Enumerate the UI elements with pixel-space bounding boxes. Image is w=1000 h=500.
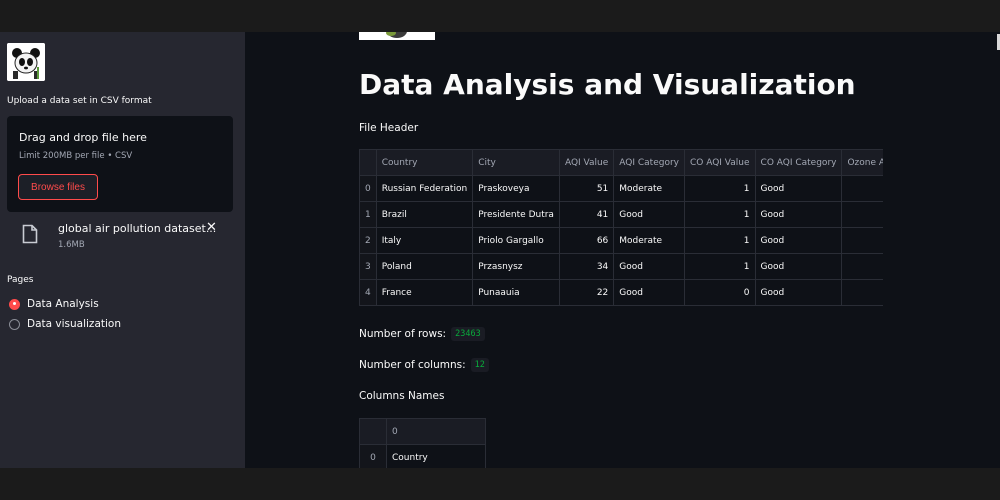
column-header[interactable]: CO AQI Category: [754, 149, 843, 176]
file-header-label: File Header: [359, 122, 419, 134]
radio-checked-icon[interactable]: [9, 298, 20, 310]
table-cell: Russian Federation: [375, 175, 474, 202]
table-cell: Przasnysz: [472, 253, 560, 280]
uploaded-file: global air pollution dataset... 1.6MB ✕: [22, 220, 232, 256]
header-image: [359, 32, 435, 40]
table-cell: 1: [683, 253, 756, 280]
rows-count: Number of rows: 23463: [359, 327, 485, 341]
table-cell: Moderate: [613, 175, 685, 202]
radio-label: Data visualization: [27, 318, 121, 330]
table-cell: 34: [558, 253, 615, 280]
radio-data-analysis[interactable]: Data Analysis: [9, 296, 99, 312]
table-cell: 22: [558, 279, 615, 306]
table-cell: [841, 253, 883, 280]
browse-files-button[interactable]: Browse files: [18, 174, 98, 200]
bottom-bar: [0, 468, 1000, 500]
pages-label: Pages: [7, 275, 34, 285]
table-cell: Italy: [375, 227, 474, 254]
column-header[interactable]: CO AQI Value: [683, 149, 756, 176]
column-header[interactable]: City: [472, 149, 560, 176]
table-cell: Good: [754, 175, 843, 202]
table-cell: Presidente Dutra: [472, 201, 560, 228]
column-names-dataframe[interactable]: 0 0 Country: [359, 418, 486, 468]
table-cell: Poland: [375, 253, 474, 280]
rows-count-value: 23463: [451, 327, 485, 341]
data-table: Country City AQI Value AQI Category CO A…: [359, 149, 883, 306]
row-index: 3: [359, 253, 377, 280]
table-cell: 1: [683, 227, 756, 254]
table-row: 0 Country: [359, 444, 486, 468]
columns-count-value: 12: [470, 358, 489, 372]
radio-data-visualization[interactable]: Data visualization: [9, 316, 121, 332]
table-row: 3 Poland Przasnysz 34 Good 1 Good: [359, 253, 883, 280]
table-cell: 1: [683, 175, 756, 202]
table-cell: Good: [613, 201, 685, 228]
table-cell: [841, 279, 883, 306]
table-cell: Good: [754, 253, 843, 280]
page-title: Data Analysis and Visualization: [359, 68, 856, 101]
column-header[interactable]: [359, 418, 387, 445]
radio-unchecked-icon[interactable]: [9, 318, 20, 330]
row-index: 0: [359, 444, 387, 468]
table-cell: Good: [613, 279, 685, 306]
table-header-row: Country City AQI Value AQI Category CO A…: [359, 149, 883, 176]
table-cell: 41: [558, 201, 615, 228]
table-cell: France: [375, 279, 474, 306]
table-cell: [841, 201, 883, 228]
table-cell: [841, 175, 883, 202]
radio-label: Data Analysis: [27, 298, 99, 310]
table-cell: Brazil: [375, 201, 474, 228]
close-icon[interactable]: ✕: [206, 220, 217, 235]
column-header[interactable]: [359, 149, 377, 176]
column-names-label: Columns Names: [359, 390, 445, 402]
column-header[interactable]: AQI Value: [558, 149, 615, 176]
table-cell: Good: [613, 253, 685, 280]
table-row: 2 Italy Priolo Gargallo 66 Moderate 1 Go…: [359, 227, 883, 254]
file-size: 1.6MB: [58, 240, 85, 250]
table-cell: 0: [683, 279, 756, 306]
column-header[interactable]: Country: [375, 149, 474, 176]
table-cell: 66: [558, 227, 615, 254]
main-content: Data Analysis and Visualization File Hea…: [245, 32, 1000, 468]
table-header-row: 0: [359, 418, 486, 445]
table-cell: Good: [754, 279, 843, 306]
table-cell: Priolo Gargallo: [472, 227, 560, 254]
upload-label: Upload a data set in CSV format: [7, 96, 152, 106]
column-header[interactable]: Ozone A: [841, 149, 883, 176]
table-cell: [841, 227, 883, 254]
column-header[interactable]: 0: [386, 418, 486, 445]
file-icon: [22, 224, 38, 244]
table-cell: Country: [386, 444, 486, 468]
rows-count-label: Number of rows:: [359, 328, 447, 340]
row-index: 4: [359, 279, 377, 306]
table-row: 0 Russian Federation Praskoveya 51 Moder…: [359, 175, 883, 202]
dataframe[interactable]: Country City AQI Value AQI Category CO A…: [359, 149, 883, 309]
table-cell: Good: [754, 227, 843, 254]
table-cell: 51: [558, 175, 615, 202]
table-cell: Good: [754, 201, 843, 228]
column-names-table: 0 0 Country: [359, 418, 486, 468]
row-index: 0: [359, 175, 377, 202]
table-cell: 1: [683, 201, 756, 228]
sidebar: Upload a data set in CSV format Drag and…: [0, 32, 245, 468]
columns-count-label: Number of columns:: [359, 359, 466, 371]
table-cell: Punaauia: [472, 279, 560, 306]
row-index: 1: [359, 201, 377, 228]
columns-count: Number of columns: 12: [359, 358, 489, 372]
file-name: global air pollution dataset...: [58, 222, 217, 235]
dropzone-title: Drag and drop file here: [19, 131, 147, 144]
top-bar: [0, 0, 1000, 32]
file-dropzone[interactable]: Drag and drop file here Limit 200MB per …: [7, 116, 233, 212]
table-cell: Moderate: [613, 227, 685, 254]
column-header[interactable]: AQI Category: [613, 149, 685, 176]
panda-logo: [7, 43, 45, 81]
dropzone-limit: Limit 200MB per file • CSV: [19, 151, 133, 161]
table-cell: Praskoveya: [472, 175, 560, 202]
table-row: 4 France Punaauia 22 Good 0 Good: [359, 279, 883, 306]
table-row: 1 Brazil Presidente Dutra 41 Good 1 Good: [359, 201, 883, 228]
row-index: 2: [359, 227, 377, 254]
